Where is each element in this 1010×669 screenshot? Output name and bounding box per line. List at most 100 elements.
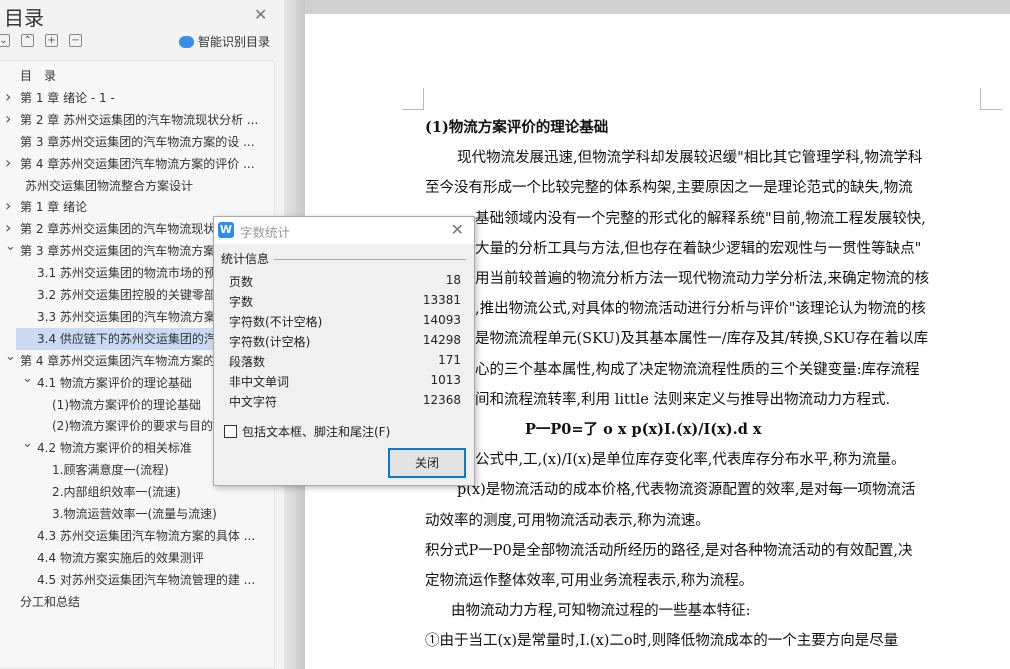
chevron-right-icon[interactable]: › [5,87,11,108]
stat-label: 中文字符 [229,395,278,409]
expand-down-icon[interactable]: ⌄ [0,34,10,47]
toc-item[interactable]: 苏州交运集团物流整合方案设计 [0,175,272,197]
chevron-right-icon[interactable]: › [5,153,11,174]
toc-item-label: (2)物流方案评价的要求与目的 [52,419,213,434]
stat-row: 非中文单词 1013 [229,373,461,390]
chevron-right-icon[interactable]: › [5,196,11,217]
margin-corner-mark [980,88,1002,110]
stat-row: 字数 13381 [229,293,461,310]
checkbox[interactable] [224,425,237,438]
stat-label: 字符数(计空格) [229,335,311,349]
toc-item-label: (1)物流方案评价的理论基础 [52,397,201,412]
toc-item[interactable]: 目 录 [0,65,272,87]
collapse-up-icon[interactable]: ⌃ [21,34,34,47]
paragraph-line: 大量的分析工具与方法,但也存在着缺少逻辑的宏观性与一贯性等缺点" [475,240,922,257]
toc-item[interactable]: 4.3 苏州交运集团汽车物流方案的具体 ... [0,525,272,547]
paragraph-line: 公式中,工,(x)/I(x)是单位库存变化率,代表库存分布水平,称为流量。 [475,452,906,469]
paragraph-line: 是物流流程单元(SKU)及其基本属性一/库存及其/转换,SKU存在着以库 [475,331,929,348]
paragraph-line: 积分式P一P0是全部物流活动所经历的路径,是对各种物流活动的有效配置,决 [425,542,913,559]
paragraph-line: 间和流程流转率,利用 little 法则来定义与推导出物流动力方程式. [475,391,891,408]
paragraph-line: 用当前较普遍的物流分析方法一现代物流动力学分析法,来确定物流的核 [475,271,930,287]
paragraph-line: 心的三个基本属性,构成了决定物流流程性质的三个关键变量:库存流程 [475,361,920,378]
group-label: 统计信息 [221,252,270,266]
toc-item-label: 4.3 苏州交运集团汽车物流方案的具体 ... [37,528,256,543]
divider [274,259,466,260]
stat-value: 18 [445,273,461,287]
checkbox-label: 包括文本框、脚注和尾注(F) [242,425,391,439]
chevron-down-icon[interactable]: ⌄ [5,350,16,368]
wps-logo-icon: W [218,222,234,238]
toc-item[interactable]: › 第 1 章 绪论 - 1 - [0,87,272,109]
toc-item-label: 3.4 供应链下的苏州交运集团的汽车 [37,331,228,346]
paragraph-line: 定物流运作整体效率,可用业务流程表示,称为流程。 [425,573,754,589]
toc-item-label: 3.2 苏州交运集团控股的关键零部件 [37,288,228,302]
paragraph-line: ,推出物流公式,对具体的物流活动进行分析与评价"该理论认为物流的核 [475,301,926,318]
chevron-down-icon[interactable]: ⌄ [22,437,33,455]
toc-item-label: 目 录 [20,69,57,83]
toc-item[interactable]: › 第 4 章苏州交运集团汽车物流方案的评价 ... [0,153,272,175]
toc-item-label: 3.1 苏州交运集团的物流市场的预测 [37,266,228,281]
stat-row: 中文字符 12368 [229,393,461,410]
stat-row: 字符数(计空格) 14298 [229,333,461,350]
stat-value: 14093 [422,313,461,327]
expand-plus-icon[interactable]: + [45,34,58,47]
toc-item-label: 4.5 对苏州交运集团汽车物流管理的建 ... [37,572,256,587]
toc-item[interactable]: 4.4 物流方案实施后的效果测评 [0,547,272,569]
smart-toc-label: 智能识别目录 [198,35,271,49]
toc-item-label: 第 2 章 苏州交运集团的汽车物流现状分析 ... [20,112,259,127]
close-icon[interactable]: ✕ [451,220,464,239]
stat-label: 非中文单词 [229,375,290,389]
toc-item-label: 分工和总结 [20,594,81,609]
stat-value: 1013 [430,373,461,387]
close-icon[interactable]: ✕ [254,5,267,24]
stat-row: 段落数 171 [229,353,461,370]
stat-label: 字数 [229,295,254,309]
toc-item-label: 4.1 物流方案评价的理论基础 [37,375,192,390]
smart-toc-button[interactable]: 智能识别目录 [179,33,270,50]
paragraph-line: 现代物流发展迅速,但物流学科却发展较迟缓"相比其它管理学科,物流学科 [457,150,923,167]
dialog-title: 字数统计 [240,225,291,240]
stat-label: 页数 [229,275,254,289]
toc-item-label: 第 2 章苏州交运集团的汽车物流现状分析 [20,222,240,237]
toc-item[interactable]: 分工和总结 [0,591,272,613]
toc-item[interactable]: 3.物流运营效率一(流量与流速) [0,503,272,525]
chevron-down-icon[interactable]: ⌄ [5,240,16,258]
toc-item-label: 4.4 物流方案实施后的效果测评 [37,550,204,565]
paragraph-line: ①由于当工(x)是常量时,I.(x)二o时,则降低物流成本的一个主要方向是尽量 [425,633,899,650]
toc-item-label: 3.物流运营效率一(流量与流速) [52,507,217,521]
toc-item-label: 3.3 苏州交运集团的汽车物流方案 [37,309,216,324]
paragraph-line: 由物流动力方程,可知物流过程的一些基本特征: [451,603,751,620]
margin-corner-mark [402,88,424,110]
toc-item-label: 苏州交运集团物流整合方案设计 [25,178,194,193]
stat-row: 页数 18 [229,273,461,290]
toc-item[interactable]: 第 3 章苏州交运集团的汽车物流方案的设 ... [0,131,272,153]
toc-item-label: 4.2 物流方案评价的相关标准 [37,441,192,456]
include-textbox-checkbox[interactable]: 包括文本框、脚注和尾注(F) [224,423,390,440]
toc-title: 目录 [4,6,44,30]
section-heading: (1)物流方案评价的理论基础 [425,119,609,136]
toc-item-label: 第 4 章苏州交运集团汽车物流方案的评价 ... [20,156,255,171]
stat-value: 171 [438,353,461,367]
chevron-right-icon[interactable]: › [5,218,11,239]
paragraph-line: 动效率的测度,可用物流活动表示,称为流速。 [425,512,710,529]
toc-item-label: 1.顾客满意度一(流程) [52,463,169,478]
stat-value: 13381 [422,293,461,307]
dialog-titlebar[interactable]: W 字数统计 ✕ [214,217,474,244]
close-button[interactable]: 关闭 [388,448,466,478]
stat-row: 字符数(不计空格) 14093 [229,313,461,330]
ai-icon [179,35,194,48]
toc-item-label: 第 1 章 绪论 [20,200,88,215]
chevron-right-icon[interactable]: › [5,109,11,130]
toc-item[interactable]: › 第 2 章 苏州交运集团的汽车物流现状分析 ... [0,109,272,131]
toc-item-label: 第 1 章 绪论 - 1 - [20,90,115,105]
toc-item-label: 2.内部组织效率一(流速) [52,485,181,500]
chevron-down-icon[interactable]: ⌄ [22,372,33,390]
stat-value: 12368 [422,393,461,407]
toc-item-label: 第 4 章苏州交运集团汽车物流方案的评价 [20,353,240,368]
paragraph-line: P一P0=了 o x p(x)I.(x)/I(x).d x [525,421,762,438]
stat-label: 段落数 [229,355,266,369]
stat-label: 字符数(不计空格) [229,315,323,329]
paragraph-line: p(x)是物流活动的成本价格,代表物流资源配置的效率,是对每一项物流活 [457,482,916,499]
toc-item[interactable]: 4.5 对苏州交运集团汽车物流管理的建 ... [0,569,272,591]
collapse-minus-icon[interactable]: − [69,34,82,47]
